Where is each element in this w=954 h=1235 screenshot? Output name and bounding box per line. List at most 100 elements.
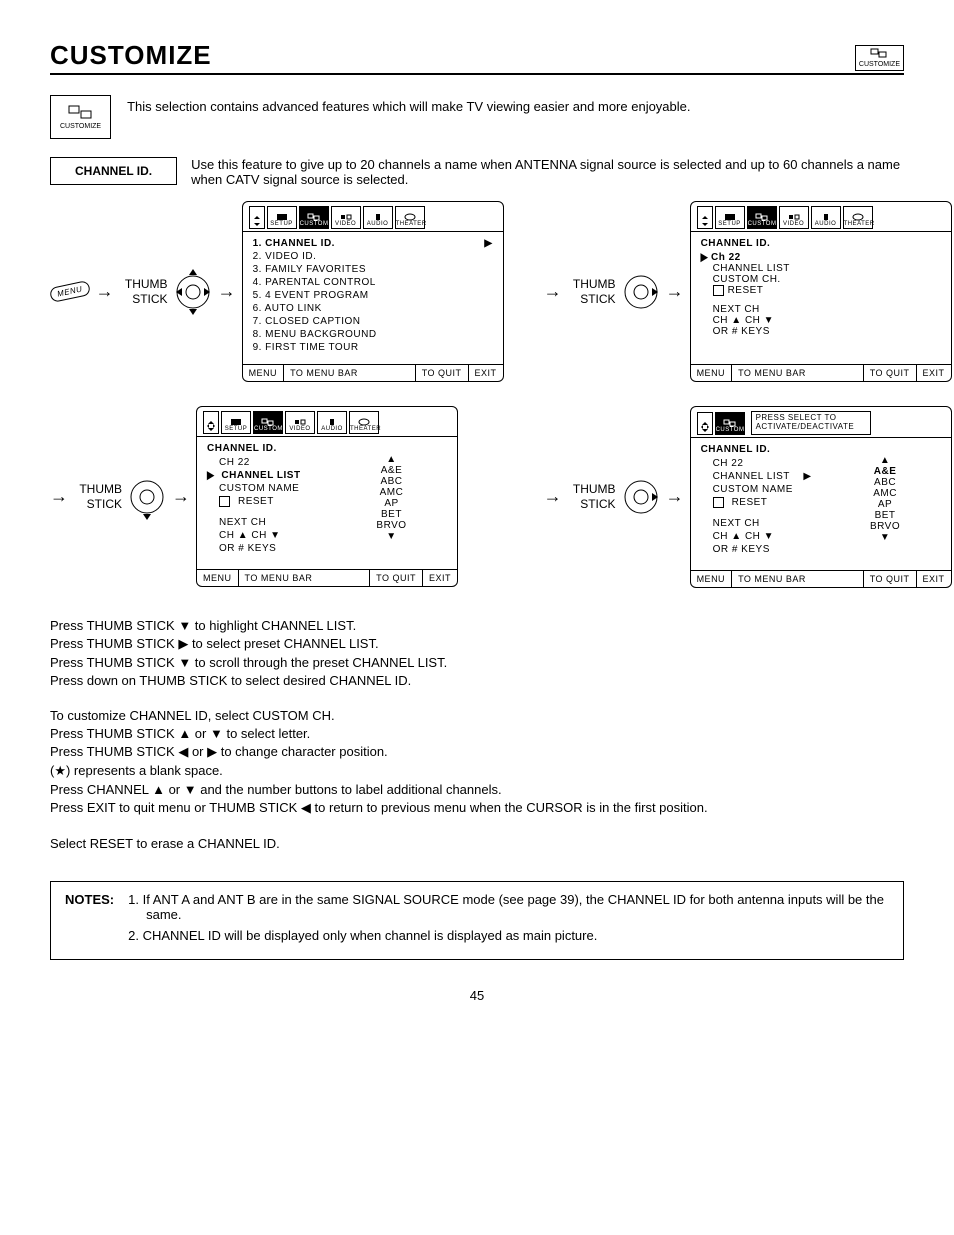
notes-label: NOTES: (65, 892, 114, 949)
row: CHANNEL LIST▶ (701, 471, 812, 482)
hint-text: PRESS SELECT TO ACTIVATE/DEACTIVATE (751, 411, 871, 435)
row: OR # KEYS (207, 543, 318, 554)
preset-item: AMC (336, 487, 447, 498)
arrow-right-icon (666, 281, 684, 302)
notes-list: If ANT A and ANT B are in the same SIGNA… (128, 892, 889, 949)
preset-item: AMC (830, 488, 941, 499)
arrow-right-icon (544, 486, 562, 507)
instruction-line: (★) represents a blank space. (50, 763, 904, 779)
instruction-line: Press THUMB STICK ▼ to highlight CHANNEL… (50, 618, 904, 633)
tab-theater: THEATER (843, 206, 873, 229)
tab-setup: SETUP (715, 206, 745, 229)
menu-item: 7. CLOSED CAPTION (253, 316, 493, 327)
row: CH ▲ CH ▼ (701, 531, 812, 542)
flow-cell-4: THUMB STICK CUSTOMIZE PRESS SELECT TO AC… (544, 406, 952, 588)
preset-item: AP (830, 499, 941, 510)
menu-item: 5. 4 EVENT PROGRAM (253, 290, 493, 301)
arrow-right-icon (544, 281, 562, 302)
instruction-line: Select RESET to erase a CHANNEL ID. (50, 836, 904, 851)
menu-item: 3. FAMILY FAVORITES (253, 264, 493, 275)
page-number: 45 (50, 988, 904, 1003)
thumb-stick-icon (622, 468, 660, 526)
instruction-line: To customize CHANNEL ID, select CUSTOM C… (50, 708, 904, 723)
customize-glyph-icon (67, 104, 95, 122)
checkbox-icon (713, 285, 724, 296)
page-title: CUSTOMIZE (50, 40, 212, 71)
row: CUSTOM NAME (207, 483, 318, 494)
channel-id-body: CHANNEL ID. Ch 22 CHANNEL LIST CUSTOM CH… (691, 232, 951, 364)
cursor-tab-icon (697, 412, 713, 435)
instruction-line: Press THUMB STICK ◀ or ▶ to change chara… (50, 744, 904, 760)
cursor-tab-icon (203, 411, 219, 434)
menu-item: 6. AUTO LINK (253, 303, 493, 314)
arrow-right-icon (96, 281, 114, 302)
menu-item: 8. MENU BACKGROUND (253, 329, 493, 340)
arrow-right-icon (50, 486, 68, 507)
tab-theater: THEATER (395, 206, 425, 229)
instruction-line: Press EXIT to quit menu or THUMB STICK ◀… (50, 800, 904, 816)
thumb-stick-icon (174, 263, 212, 321)
selected-ch: Ch 22 (701, 252, 941, 263)
thumb-stick-icon (622, 263, 660, 321)
instruction-line: Press THUMB STICK ▼ to scroll through th… (50, 655, 904, 670)
menu-screen-customize: SETUP CUSTOMIZE VIDEO AUDIO THEATER 1. C… (242, 201, 504, 382)
menu-tab-bar: SETUP CUSTOMIZE VIDEO AUDIO THEATER (243, 202, 503, 232)
menu-screen-activate: CUSTOMIZE PRESS SELECT TO ACTIVATE/DEACT… (690, 406, 952, 588)
arrow-right-icon (218, 281, 236, 302)
menu-footer: MENUTO MENU BARTO QUITEXIT (691, 364, 951, 381)
tab-theater: THEATER (349, 411, 379, 434)
flow-cell-2: THUMB STICK SETUP CUSTOMIZE VIDEO AUDIO … (544, 201, 952, 382)
thumb-stick-label: THUMB STICK (568, 482, 616, 511)
channel-id-text: Use this feature to give up to 20 channe… (191, 157, 904, 187)
tab-audio: AUDIO (363, 206, 393, 229)
thumb-stick-label: THUMB STICK (74, 482, 122, 511)
tab-audio: AUDIO (811, 206, 841, 229)
preset-item: ▲ (830, 455, 941, 466)
row: RESET (701, 285, 941, 296)
instruction-line: Press THUMB STICK ▲ or ▼ to select lette… (50, 726, 904, 741)
preset-item: BET (336, 509, 447, 520)
note-item: If ANT A and ANT B are in the same SIGNA… (128, 892, 889, 922)
menu-item: 9. FIRST TIME TOUR (253, 342, 493, 353)
cursor-tab-icon (697, 206, 713, 229)
tab-video: VIDEO (285, 411, 315, 434)
tab-setup: SETUP (267, 206, 297, 229)
screen-title: CHANNEL ID. (207, 443, 318, 454)
tab-customize: CUSTOMIZE (747, 206, 777, 229)
preset-col: ▲ A&E ABC AMC AP BET BRVO ▼ (336, 443, 447, 563)
menu-list: 1. CHANNEL ID.▶ 2. VIDEO ID. 3. FAMILY F… (243, 232, 503, 364)
intro-icon-cell: CUSTOMIZE (50, 95, 111, 139)
tab-customize: CUSTOMIZE (253, 411, 283, 434)
tab-customize: CUSTOMIZE (715, 412, 745, 435)
preset-item: A&E (336, 465, 447, 476)
tab-video: VIDEO (779, 206, 809, 229)
menu-item: 2. VIDEO ID. (253, 251, 493, 262)
cursor-tab-icon (249, 206, 265, 229)
row: CH 22 (207, 457, 318, 468)
note-item: CHANNEL ID will be displayed only when c… (128, 928, 889, 943)
left-col: CHANNEL ID. CH 22 CHANNEL LIST CUSTOM NA… (207, 443, 318, 563)
preset-item: ▼ (830, 532, 941, 543)
row: OR # KEYS (701, 326, 941, 337)
instruction-line: Press THUMB STICK ▶ to select preset CHA… (50, 636, 904, 652)
thumb-stick-label: THUMB STICK (568, 277, 616, 306)
thumb-stick-icon (128, 468, 166, 526)
menu-footer: MENUTO MENU BARTO QUITEXIT (691, 570, 951, 587)
channel-activate-body: CHANNEL ID. CH 22 CHANNEL LIST▶ CUSTOM N… (691, 438, 951, 570)
preset-item: ▲ (336, 454, 447, 465)
row: RESET (207, 496, 318, 507)
customize-icon: CUSTOMIZE (57, 102, 104, 132)
preset-item: BRVO (830, 521, 941, 532)
tab-audio: AUDIO (317, 411, 347, 434)
notes-box: NOTES: If ANT A and ANT B are in the sam… (50, 881, 904, 960)
selected-row: CHANNEL LIST (207, 470, 318, 481)
preset-item: BRVO (336, 520, 447, 531)
row: CH 22 (701, 458, 812, 469)
tab-customize: CUSTOMIZE (299, 206, 329, 229)
menu-button-icon: MENU (49, 280, 91, 303)
row: CH ▲ CH ▼ (701, 315, 941, 326)
checkbox-icon (713, 497, 724, 508)
arrow-right-icon (666, 486, 684, 507)
channel-id-label: CHANNEL ID. (50, 157, 177, 185)
row: CH ▲ CH ▼ (207, 530, 318, 541)
